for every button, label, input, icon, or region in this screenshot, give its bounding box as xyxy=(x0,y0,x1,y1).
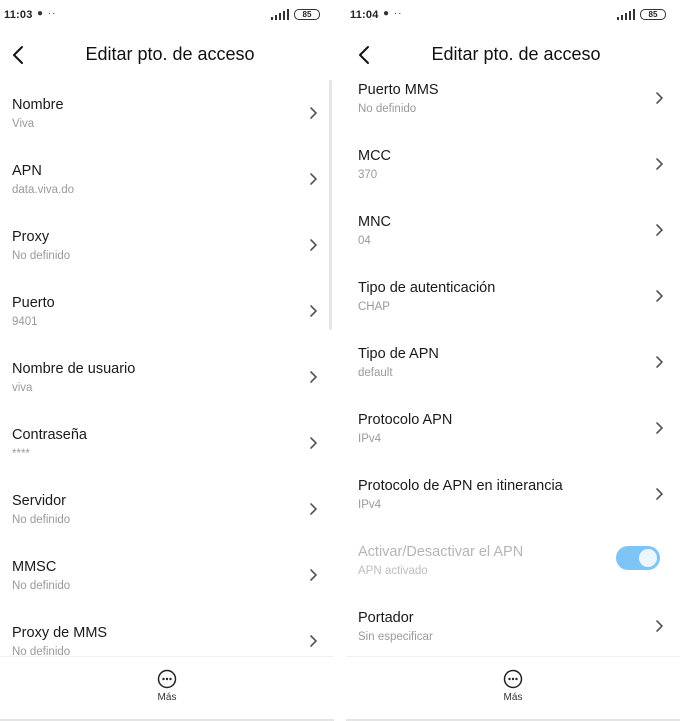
setting-value: No definido xyxy=(358,103,417,115)
more-icon xyxy=(157,669,177,689)
more-button[interactable]: Más xyxy=(137,669,197,703)
bottom-bar: Más xyxy=(346,656,680,721)
more-button[interactable]: Más xyxy=(483,669,543,703)
more-label: Más xyxy=(503,692,523,703)
scrollbar[interactable] xyxy=(329,80,332,330)
setting-label: APN xyxy=(12,163,42,179)
setting-row-mcc[interactable]: MCC 370 xyxy=(346,148,680,214)
setting-label: Puerto xyxy=(12,295,55,311)
app-header: Editar pto. de acceso xyxy=(0,38,334,74)
chevron-right-icon xyxy=(310,173,318,185)
setting-value: APN activado xyxy=(358,565,428,577)
setting-value: **** xyxy=(12,448,30,460)
chevron-right-icon xyxy=(656,356,664,368)
chevron-right-icon xyxy=(310,371,318,383)
setting-label: Nombre de usuario xyxy=(12,361,136,377)
setting-label: Portador xyxy=(358,610,414,626)
setting-row-protocolo-apn[interactable]: Protocolo APN IPv4 xyxy=(346,412,680,478)
setting-row-activar-apn[interactable]: Activar/Desactivar el APN APN activado xyxy=(346,544,680,610)
status-bar: 11:03 ● ·· 85 xyxy=(0,0,334,30)
setting-label: Puerto MMS xyxy=(358,82,439,98)
setting-value: IPv4 xyxy=(358,499,382,511)
apn-enable-toggle[interactable] xyxy=(616,546,660,570)
setting-label: Protocolo APN xyxy=(358,412,453,428)
setting-value: default xyxy=(358,367,393,379)
setting-value: 9401 xyxy=(12,316,38,328)
setting-value: Sin especificar xyxy=(358,631,433,643)
page-title: Editar pto. de acceso xyxy=(431,44,601,64)
setting-label: Protocolo de APN en itinerancia xyxy=(358,478,563,494)
setting-label: Tipo de autenticación xyxy=(358,280,496,296)
setting-label: Proxy xyxy=(12,229,50,245)
setting-value: viva xyxy=(12,382,33,394)
setting-row-nombre-de-usuario[interactable]: Nombre de usuario viva xyxy=(0,361,334,427)
chevron-right-icon xyxy=(656,620,664,632)
setting-row-nombre[interactable]: Nombre Viva xyxy=(0,97,334,163)
chevron-right-icon xyxy=(310,437,318,449)
battery-icon: 85 xyxy=(640,9,666,20)
toggle-knob xyxy=(639,549,657,567)
setting-value: No definido xyxy=(12,580,71,592)
left-screen: 11:03 ● ·· 85 Editar pto. de acceso Nomb… xyxy=(0,0,334,721)
setting-row-tipo-de-apn[interactable]: Tipo de APN default xyxy=(346,346,680,412)
chevron-right-icon xyxy=(656,290,664,302)
setting-label: Tipo de APN xyxy=(358,346,439,362)
setting-row-apn[interactable]: APN data.viva.do xyxy=(0,163,334,229)
more-icon xyxy=(503,669,523,689)
chevron-right-icon xyxy=(310,569,318,581)
setting-label: Nombre xyxy=(12,97,64,113)
chevron-right-icon xyxy=(656,92,664,104)
right-screen: 11:04 ● ·· 85 Editar pto. de acceso Puer… xyxy=(346,0,680,721)
page-title: Editar pto. de acceso xyxy=(85,44,255,64)
setting-value: CHAP xyxy=(358,301,390,313)
battery-icon: 85 xyxy=(294,9,320,20)
status-time: 11:04 xyxy=(350,9,379,21)
setting-value: 04 xyxy=(358,235,371,247)
setting-label: Proxy de MMS xyxy=(12,625,108,641)
signal-icon xyxy=(271,9,289,20)
setting-value: No definido xyxy=(12,514,71,526)
setting-row-mnc[interactable]: MNC 04 xyxy=(346,214,680,280)
app-header: Editar pto. de acceso xyxy=(346,38,680,74)
chevron-right-icon xyxy=(656,422,664,434)
bottom-bar: Más xyxy=(0,656,334,721)
setting-row-puerto[interactable]: Puerto 9401 xyxy=(0,295,334,361)
setting-label: MMSC xyxy=(12,559,57,575)
setting-row-contrasena[interactable]: Contraseña **** xyxy=(0,427,334,493)
chevron-right-icon xyxy=(310,503,318,515)
setting-label: Activar/Desactivar el APN xyxy=(358,544,524,560)
chevron-right-icon xyxy=(656,488,664,500)
setting-value: data.viva.do xyxy=(12,184,75,196)
setting-row-tipo-de-autenticacion[interactable]: Tipo de autenticación CHAP xyxy=(346,280,680,346)
chevron-right-icon xyxy=(310,305,318,317)
more-label: Más xyxy=(157,692,177,703)
chevron-right-icon xyxy=(310,239,318,251)
chevron-right-icon xyxy=(656,158,664,170)
setting-row-servidor[interactable]: Servidor No definido xyxy=(0,493,334,559)
setting-value: 370 xyxy=(358,169,378,181)
status-bar: 11:04 ● ·· 85 xyxy=(346,0,680,30)
notification-icons: ● ·· xyxy=(37,8,57,19)
setting-row-puerto-mms[interactable]: Puerto MMS No definido xyxy=(346,82,680,148)
setting-label: MNC xyxy=(358,214,392,230)
chevron-right-icon xyxy=(310,635,318,647)
setting-row-proxy[interactable]: Proxy No definido xyxy=(0,229,334,295)
setting-row-mmsc[interactable]: MMSC No definido xyxy=(0,559,334,625)
chevron-right-icon xyxy=(656,224,664,236)
setting-value: Viva xyxy=(12,118,35,130)
setting-value: IPv4 xyxy=(358,433,382,445)
screen-divider xyxy=(334,0,346,721)
signal-icon xyxy=(617,9,635,20)
setting-label: Servidor xyxy=(12,493,66,509)
setting-row-protocolo-itinerancia[interactable]: Protocolo de APN en itinerancia IPv4 xyxy=(346,478,680,544)
setting-label: MCC xyxy=(358,148,392,164)
setting-value: No definido xyxy=(12,250,71,262)
notification-icons: ● ·· xyxy=(383,8,403,19)
setting-label: Contraseña xyxy=(12,427,87,443)
status-time: 11:03 xyxy=(4,9,33,21)
chevron-right-icon xyxy=(310,107,318,119)
